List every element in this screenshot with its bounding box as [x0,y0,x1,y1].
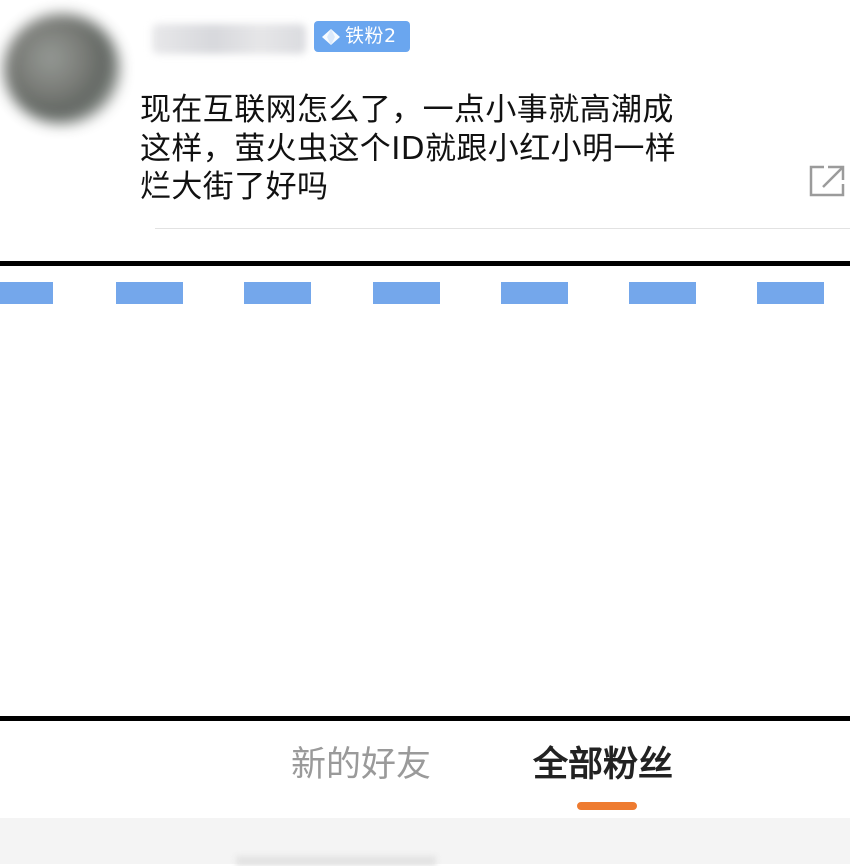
tab-all-fans[interactable]: 全部粉丝 [533,742,673,788]
dash-segment [116,282,183,304]
list-preview-strip [0,818,850,866]
comment-line: 现在互联网怎么了，一点小事就高潮成 [140,92,674,128]
fan-level-badge[interactable]: 铁粉2 [314,21,410,52]
fans-tab-bar: 新的好友 全部粉丝 [0,722,850,818]
fan-badge-label: 铁粉2 [345,25,397,47]
dash-segment [629,282,696,304]
active-tab-indicator [577,802,637,810]
comment-panel: 铁粉2 现在互联网怎么了，一点小事就高潮成 这样，萤火虫这个ID就跟小红小明一样… [0,0,850,262]
avatar[interactable] [4,14,120,124]
comment-text: 现在互联网怎么了，一点小事就高潮成 这样，萤火虫这个ID就跟小红小明一样 烂大街… [140,91,780,207]
frame-border-top [0,261,850,266]
dash-segment [244,282,311,304]
dash-segment [757,282,824,304]
share-external-icon[interactable] [808,164,848,198]
dash-segment [373,282,440,304]
comment-line: 这样，萤火虫这个ID就跟小红小明一样 [140,130,677,167]
dash-segment [0,282,53,304]
tab-new-friends[interactable]: 新的好友 [291,742,431,788]
blurred-list-item [236,856,436,866]
dashed-separator [0,282,850,304]
diamond-icon [322,28,340,45]
username-blurred[interactable] [152,24,306,54]
frame-border-bottom [0,716,850,721]
divider [155,228,850,229]
dash-segment [501,282,568,304]
comment-line: 烂大街了好吗 [140,169,329,205]
